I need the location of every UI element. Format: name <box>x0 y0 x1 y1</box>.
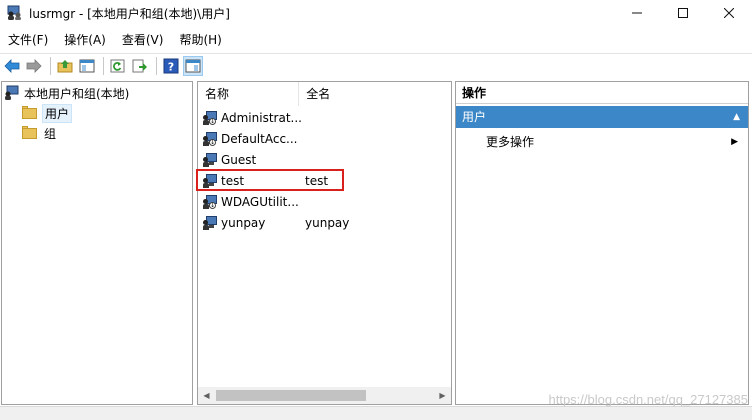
user-fullname: yunpay <box>305 215 350 230</box>
action-section-label: 用户 <box>462 110 487 124</box>
user-icon <box>203 152 218 167</box>
list-header: 名称 全名 <box>198 82 451 106</box>
menu-bar: 文件(F) 操作(A) 查看(V) 帮助(H) <box>0 29 752 51</box>
close-button[interactable] <box>706 0 752 26</box>
list-item[interactable]: yunpay yunpay <box>198 212 451 233</box>
forward-icon[interactable] <box>24 56 44 76</box>
minimize-button[interactable] <box>614 0 660 26</box>
tree-root-label: 本地用户和组(本地) <box>24 86 130 101</box>
maximize-button[interactable] <box>660 0 706 26</box>
title-bar: lusrmgr - [本地用户和组(本地)\用户] <box>0 0 752 26</box>
help-icon[interactable]: ? <box>161 56 181 76</box>
user-name: test <box>221 173 245 188</box>
watermark: https://blog.csdn.net/qq_27127385 <box>548 392 749 407</box>
list-item[interactable]: ↓ WDAGUtilit... <box>198 191 451 212</box>
local-users-groups-icon <box>4 85 20 101</box>
list-item[interactable]: test test <box>198 170 451 191</box>
refresh-icon[interactable] <box>108 56 128 76</box>
toolbar: ? <box>0 53 752 77</box>
disabled-user-icon: ↓ <box>203 110 218 125</box>
export-list-icon[interactable] <box>130 56 150 76</box>
list-item[interactable]: ↓ Administrat... <box>198 107 451 128</box>
menu-view[interactable]: 查看(V) <box>114 29 172 51</box>
tree-root-node[interactable]: 本地用户和组(本地) <box>4 83 131 103</box>
list-item[interactable]: ↓ DefaultAcc... <box>198 128 451 149</box>
window-title: lusrmgr - [本地用户和组(本地)\用户] <box>29 6 230 21</box>
action-pane: 操作 用户 ▲ 更多操作 ▶ <box>455 81 749 405</box>
user-name: WDAGUtilit... <box>221 194 299 209</box>
list-item[interactable]: Guest <box>198 149 451 170</box>
user-icon <box>203 173 218 188</box>
menu-action[interactable]: 操作(A) <box>56 29 114 51</box>
toolbar-separator <box>156 56 157 75</box>
horizontal-scrollbar[interactable]: ◀ ▶ <box>198 387 451 404</box>
toolbar-separator <box>50 56 51 75</box>
user-list-pane: 名称 全名 ↓ Administrat... ↓ DefaultAcc... G… <box>196 81 452 405</box>
scroll-left-arrow-icon[interactable]: ◀ <box>198 387 215 404</box>
scrollbar-thumb[interactable] <box>216 390 366 401</box>
user-name: DefaultAcc... <box>221 131 298 146</box>
column-header-name[interactable]: 名称 <box>198 82 300 106</box>
column-header-fullname[interactable]: 全名 <box>299 82 451 106</box>
toolbar-separator <box>103 56 104 75</box>
disabled-user-icon: ↓ <box>203 194 218 209</box>
user-icon <box>203 215 218 230</box>
folder-icon <box>22 106 38 119</box>
back-icon[interactable] <box>2 56 22 76</box>
user-fullname: test <box>305 173 329 188</box>
lusrmgr-app-icon <box>7 5 23 21</box>
scroll-right-arrow-icon[interactable]: ▶ <box>434 387 451 404</box>
console-tree-pane: 本地用户和组(本地) 用户 组 <box>1 81 193 405</box>
user-name: Guest <box>221 152 257 167</box>
show-hide-action-pane-icon[interactable] <box>183 55 203 76</box>
tree-node-users[interactable]: 用户 <box>22 103 73 123</box>
menu-help[interactable]: 帮助(H) <box>171 29 229 51</box>
user-name: Administrat... <box>221 110 302 125</box>
up-folder-icon[interactable] <box>55 56 75 76</box>
menu-file[interactable]: 文件(F) <box>0 29 56 51</box>
svg-text:?: ? <box>168 60 174 73</box>
user-name: yunpay <box>221 215 266 230</box>
show-hide-tree-icon[interactable] <box>77 56 97 76</box>
tree-node-users-label: 用户 <box>42 103 73 123</box>
submenu-arrow-icon[interactable]: ▶ <box>731 132 738 152</box>
tree-node-groups-label: 组 <box>44 126 57 141</box>
tree-node-groups[interactable]: 组 <box>22 123 58 143</box>
action-section-users[interactable]: 用户 ▲ <box>456 106 748 128</box>
more-actions-item[interactable]: 更多操作 <box>486 132 534 152</box>
disabled-user-icon: ↓ <box>203 131 218 146</box>
folder-icon <box>22 126 38 139</box>
collapse-triangle-icon[interactable]: ▲ <box>733 106 740 128</box>
status-bar <box>0 406 752 420</box>
action-pane-header: 操作 <box>456 82 748 104</box>
